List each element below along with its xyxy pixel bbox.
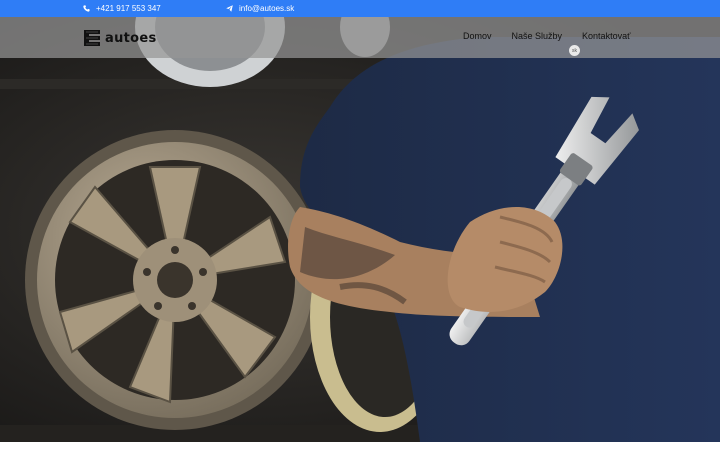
mechanic-illustration [0,17,720,442]
logo-wordmark: autoes [105,30,157,46]
email-contact[interactable]: info@autoes.sk [226,4,294,13]
site-logo[interactable]: autoes [82,28,157,48]
site-header: autoes Domov Naše Služby Kontaktovať [0,17,720,58]
phone-contact[interactable]: +421 917 553 347 [83,4,161,13]
nav-item-domov[interactable]: Domov [463,31,492,41]
page-bottom-edge [0,442,720,450]
nav-item-kontaktovat[interactable]: Kontaktovať [582,31,630,41]
main-nav: Domov Naše Služby Kontaktovať [463,31,630,41]
contact-bar: +421 917 553 347 info@autoes.sk [0,0,720,17]
phone-icon [83,5,90,12]
email-address: info@autoes.sk [239,4,295,13]
phone-number: +421 917 553 347 [96,4,161,13]
nav-item-nase-sluzby[interactable]: Naše Služby [512,31,563,41]
paper-plane-icon [226,5,233,12]
autoes-logo-icon [84,30,100,46]
language-switcher[interactable]: sk [569,45,580,56]
hero-image [0,17,720,442]
